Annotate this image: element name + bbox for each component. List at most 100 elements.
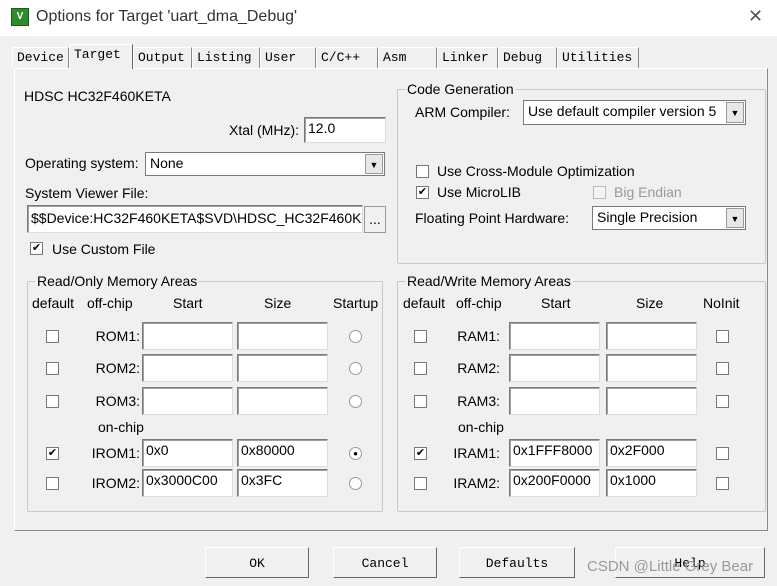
app-icon: V <box>11 8 29 26</box>
ram-default-checkbox[interactable] <box>414 477 427 490</box>
rom-start-input[interactable] <box>142 387 233 415</box>
ram-header-offchip: off-chip <box>456 295 502 311</box>
rom-size-input[interactable]: 0x80000 <box>237 439 328 467</box>
use-custom-file-label: Use Custom File <box>52 241 156 257</box>
svf-input[interactable]: $$Device:HC32F460KETA$SVD\HDSC_HC32F460K… <box>27 205 363 233</box>
rom-start-input[interactable] <box>142 322 233 350</box>
rom-default-checkbox[interactable] <box>46 395 59 408</box>
tab-device[interactable]: Device <box>12 47 69 68</box>
rom-onchip-label: on-chip <box>98 419 144 435</box>
noinit-checkbox[interactable] <box>716 477 729 490</box>
use-custom-file-checkbox[interactable]: ✔ <box>30 242 43 255</box>
code-generation-title: Code Generation <box>405 81 516 97</box>
rom-start-input[interactable]: 0x0 <box>142 439 233 467</box>
rom-row-label: ROM3: <box>95 393 140 409</box>
os-label: Operating system: <box>25 155 139 171</box>
window-title: Options for Target 'uart_dma_Debug' <box>36 8 298 25</box>
startup-radio[interactable] <box>349 395 362 408</box>
tab-cc[interactable]: C/C++ <box>316 47 378 68</box>
tab-listing[interactable]: Listing <box>192 47 260 68</box>
tab-output[interactable]: Output <box>133 47 192 68</box>
rom-start-input[interactable]: 0x3000C00 <box>142 469 233 497</box>
defaults-button[interactable]: Defaults <box>459 547 575 578</box>
cross-module-checkbox[interactable] <box>416 165 429 178</box>
ram-row-label: RAM1: <box>457 328 500 344</box>
rom-size-input[interactable]: 0x3FC <box>237 469 328 497</box>
xtal-input[interactable]: 12.0 <box>304 117 386 143</box>
chevron-down-icon: ▼ <box>365 154 383 174</box>
noinit-checkbox[interactable] <box>716 330 729 343</box>
microlib-checkbox[interactable]: ✔ <box>416 186 429 199</box>
rom-header-last: Startup <box>333 295 379 311</box>
ram-start-input[interactable]: 0x200F0000 <box>509 469 600 497</box>
rom-header-size: Size <box>264 295 292 311</box>
rom-row-label: ROM1: <box>95 328 140 344</box>
tab-utilities[interactable]: Utilities <box>557 47 639 68</box>
startup-radio[interactable] <box>349 477 362 490</box>
chevron-down-icon: ▼ <box>726 102 744 123</box>
noinit-checkbox[interactable] <box>716 395 729 408</box>
noinit-checkbox[interactable] <box>716 362 729 375</box>
rom-header-start: Start <box>173 295 203 311</box>
browse-button[interactable]: ... <box>364 206 386 233</box>
ram-header-last: NoInit <box>703 295 740 311</box>
rom-title: Read/Only Memory Areas <box>35 273 200 289</box>
close-icon[interactable]: ✕ <box>748 6 763 27</box>
rom-size-input[interactable] <box>237 354 328 382</box>
arm-compiler-label: ARM Compiler: <box>415 104 510 120</box>
ram-size-input[interactable] <box>606 354 697 382</box>
os-select[interactable]: None ▼ <box>145 152 385 176</box>
rom-row-label: ROM2: <box>95 360 140 376</box>
rom-default-checkbox[interactable]: ✔ <box>46 447 59 460</box>
big-endian-checkbox[interactable] <box>593 186 606 199</box>
ram-title: Read/Write Memory Areas <box>405 273 573 289</box>
ram-start-input[interactable] <box>509 354 600 382</box>
cross-module-label: Use Cross-Module Optimization <box>437 163 635 179</box>
ram-start-input[interactable]: 0x1FFF8000 <box>509 439 600 467</box>
svf-label: System Viewer File: <box>25 185 149 201</box>
startup-radio[interactable]: ● <box>349 447 362 460</box>
ram-onchip-label: on-chip <box>458 419 504 435</box>
title-bar: V Options for Target 'uart_dma_Debug' ✕ <box>0 0 777 36</box>
device-name: HDSC HC32F460KETA <box>24 88 171 104</box>
startup-radio[interactable] <box>349 330 362 343</box>
rom-row-label: IROM1: <box>91 445 140 461</box>
startup-radio[interactable] <box>349 362 362 375</box>
tab-user[interactable]: User <box>260 47 316 68</box>
xtal-label: Xtal (MHz): <box>229 122 299 138</box>
ram-default-checkbox[interactable] <box>414 362 427 375</box>
rom-default-checkbox[interactable] <box>46 477 59 490</box>
tab-debug[interactable]: Debug <box>498 47 557 68</box>
ram-size-input[interactable] <box>606 322 697 350</box>
cancel-button[interactable]: Cancel <box>333 547 437 578</box>
tab-linker[interactable]: Linker <box>437 47 498 68</box>
rom-size-input[interactable] <box>237 322 328 350</box>
ram-default-checkbox[interactable] <box>414 330 427 343</box>
rom-default-checkbox[interactable] <box>46 330 59 343</box>
rom-size-input[interactable] <box>237 387 328 415</box>
tab-target[interactable]: Target <box>69 44 133 69</box>
rom-row-label: IROM2: <box>91 475 140 491</box>
noinit-checkbox[interactable] <box>716 447 729 460</box>
ok-button[interactable]: OK <box>205 547 309 578</box>
ram-row-label: RAM3: <box>457 393 500 409</box>
rom-start-input[interactable] <box>142 354 233 382</box>
ram-start-input[interactable] <box>509 387 600 415</box>
ram-start-input[interactable] <box>509 322 600 350</box>
rom-default-checkbox[interactable] <box>46 362 59 375</box>
fph-select[interactable]: Single Precision ▼ <box>592 206 746 230</box>
tab-asm[interactable]: Asm <box>378 47 437 68</box>
ram-size-input[interactable]: 0x1000 <box>606 469 697 497</box>
ram-header-default: default <box>403 295 446 311</box>
ram-size-input[interactable]: 0x2F000 <box>606 439 697 467</box>
ram-size-input[interactable] <box>606 387 697 415</box>
ram-row-label: IRAM1: <box>453 445 500 461</box>
ram-default-checkbox[interactable] <box>414 395 427 408</box>
chevron-down-icon: ▼ <box>726 208 744 228</box>
watermark: CSDN @Little Grey Bear <box>587 558 754 575</box>
ram-row-label: RAM2: <box>457 360 500 376</box>
big-endian-label: Big Endian <box>614 184 682 200</box>
arm-compiler-select[interactable]: Use default compiler version 5 ▼ <box>523 100 746 125</box>
ram-default-checkbox[interactable]: ✔ <box>414 447 427 460</box>
fph-label: Floating Point Hardware: <box>415 210 570 226</box>
